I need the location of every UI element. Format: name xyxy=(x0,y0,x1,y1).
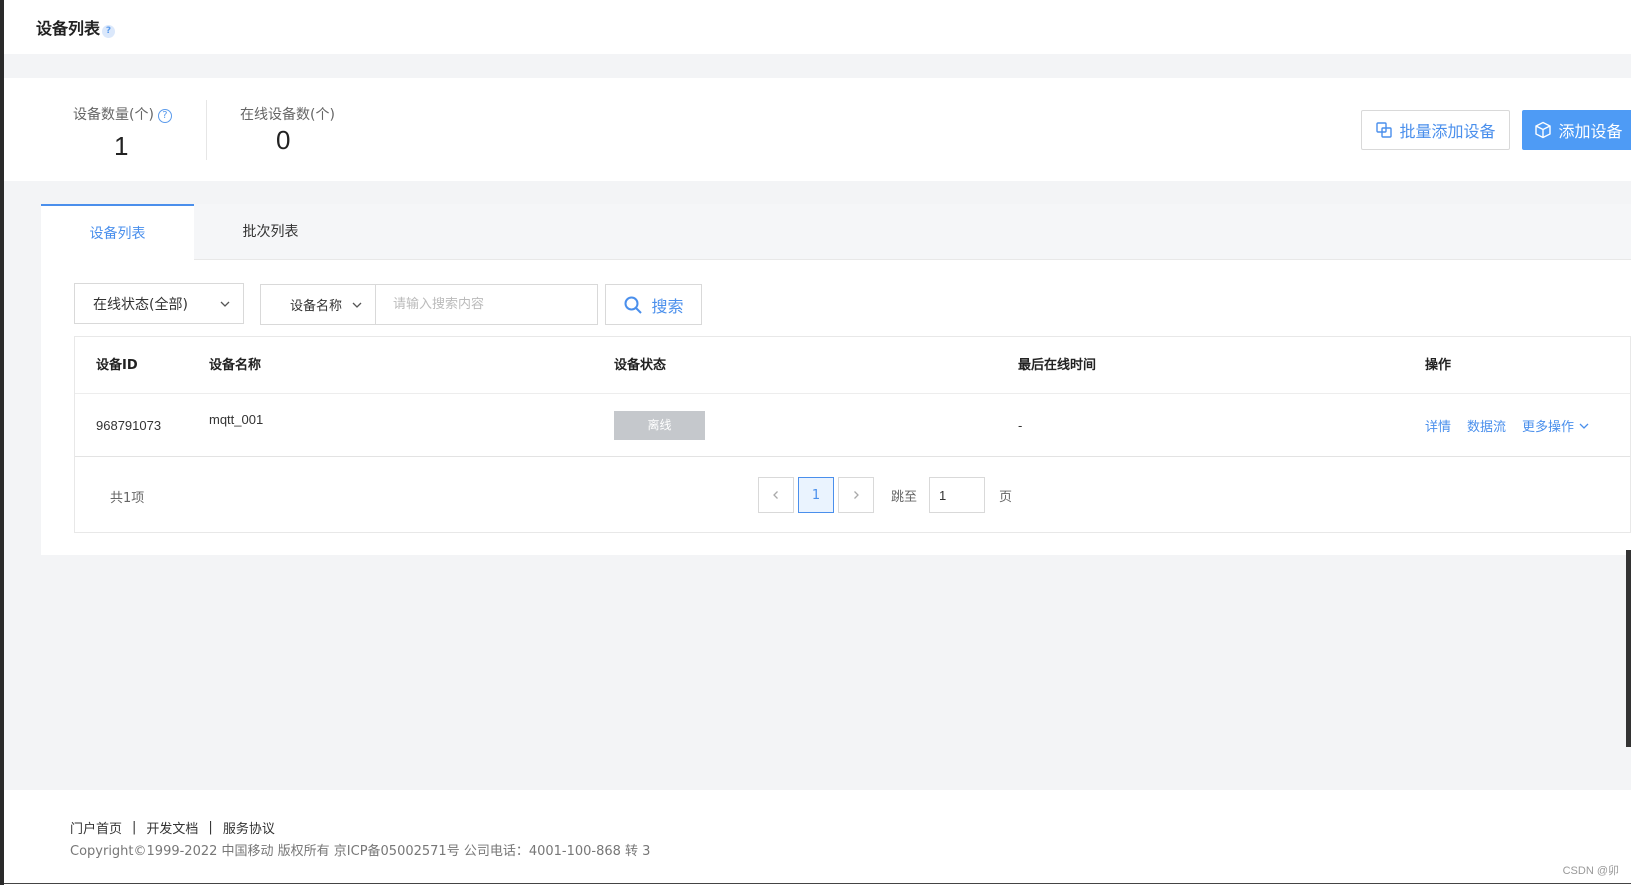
device-count-label: 设备数量(个)? xyxy=(73,104,172,124)
footer-link-service-agreement[interactable]: 服务协议 xyxy=(223,818,275,837)
tab-bar: 设备列表 批次列表 xyxy=(41,204,1631,261)
batch-add-label: 批量添加设备 xyxy=(1399,122,1496,141)
row-operations: 详情 数据流 更多操作 xyxy=(1425,394,1590,457)
device-count-value: 1 xyxy=(114,131,129,161)
footer: 门户首页 | 开发文档 | 服务协议 Copyright©1999-2022 中… xyxy=(4,790,1631,885)
column-header-last-online: 最后在线时间 xyxy=(1018,358,1097,373)
more-operations-label: 更多操作 xyxy=(1522,420,1575,435)
next-page-button[interactable] xyxy=(838,477,874,513)
column-header-device-name: 设备名称 xyxy=(209,358,262,373)
table-row: 968791073 mqtt_001 离线 - 详情 数据流 更多操作 xyxy=(75,394,1630,457)
online-count-stat: 在线设备数(个) 0 xyxy=(204,78,404,181)
device-id-cell: 968791073 xyxy=(96,418,162,433)
page-suffix-label: 页 xyxy=(999,489,1013,505)
scrollbar-thumb[interactable] xyxy=(1626,550,1631,747)
chevron-down-icon xyxy=(1579,423,1589,429)
device-table: 设备ID 设备名称 设备状态 最后在线时间 操作 968791073 mqtt_… xyxy=(74,336,1631,533)
search-field-value: 设备名称 xyxy=(290,299,343,314)
search-button[interactable]: 搜索 xyxy=(605,284,702,325)
footer-separator: | xyxy=(132,820,137,835)
column-header-device-status: 设备状态 xyxy=(614,358,667,373)
tab-device-list[interactable]: 设备列表 xyxy=(41,204,194,261)
online-status-value: 在线状态(全部) xyxy=(93,296,188,313)
pagination: 1 跳至 页 xyxy=(758,477,1012,513)
device-name-cell: mqtt_001 xyxy=(209,412,264,427)
footer-links: 门户首页 | 开发文档 | 服务协议 xyxy=(70,818,275,837)
copyright-text: Copyright©1999-2022 中国移动 版权所有 京ICP备05002… xyxy=(70,844,651,859)
page-header: 设备列表? xyxy=(4,0,1631,54)
search-icon xyxy=(624,296,643,314)
status-badge: 离线 xyxy=(614,411,705,440)
online-count-label: 在线设备数(个) xyxy=(240,107,335,123)
device-list-panel: 设备列表 批次列表 在线状态(全部) 设备名称 搜索 设备ID 设备名称 设备状… xyxy=(41,204,1631,555)
search-button-label: 搜索 xyxy=(651,296,684,316)
online-status-select[interactable]: 在线状态(全部) xyxy=(74,283,244,324)
chevron-down-icon xyxy=(220,301,230,307)
batch-copy-icon xyxy=(1376,122,1393,138)
help-icon[interactable]: ? xyxy=(102,25,116,38)
watermark: CSDN @卯 xyxy=(1562,865,1619,877)
device-count-stat: 设备数量(个)? 1 xyxy=(4,78,204,181)
add-device-label: 添加设备 xyxy=(1558,122,1623,141)
help-circle-icon[interactable]: ? xyxy=(157,109,172,123)
prev-page-button[interactable] xyxy=(758,477,794,513)
column-header-device-id: 设备ID xyxy=(96,358,138,373)
cube-icon xyxy=(1535,121,1552,139)
table-header: 设备ID 设备名称 设备状态 最后在线时间 操作 xyxy=(75,337,1630,394)
bottom-divider xyxy=(4,883,1631,884)
footer-link-portal-home[interactable]: 门户首页 xyxy=(70,818,122,837)
add-device-button[interactable]: 添加设备 xyxy=(1522,110,1631,150)
page-title: 设备列表? xyxy=(36,15,116,39)
last-online-cell: - xyxy=(1018,418,1023,433)
stats-bar: 设备数量(个)? 1 在线设备数(个) 0 批量添加设备 添加设备 xyxy=(4,78,1631,181)
jump-to-label: 跳至 xyxy=(891,489,918,505)
search-input[interactable] xyxy=(376,285,597,324)
chevron-down-icon xyxy=(352,302,362,308)
jump-page-input[interactable] xyxy=(929,477,986,513)
chevron-left-icon xyxy=(773,491,778,499)
column-header-operations: 操作 xyxy=(1425,358,1452,373)
footer-link-dev-docs[interactable]: 开发文档 xyxy=(146,818,198,837)
tab-batch-list[interactable]: 批次列表 xyxy=(194,204,347,260)
more-operations-dropdown[interactable]: 更多操作 xyxy=(1522,416,1590,435)
detail-link[interactable]: 详情 xyxy=(1425,416,1451,435)
page-number-button[interactable]: 1 xyxy=(798,477,834,513)
batch-add-device-button[interactable]: 批量添加设备 xyxy=(1361,110,1510,150)
chevron-right-icon xyxy=(854,491,859,499)
online-count-value: 0 xyxy=(276,125,291,155)
search-group: 设备名称 xyxy=(260,284,598,325)
footer-separator: | xyxy=(208,820,213,835)
datastream-link[interactable]: 数据流 xyxy=(1467,416,1506,435)
search-field-select[interactable]: 设备名称 xyxy=(261,285,376,324)
total-count: 共1项 xyxy=(110,491,145,506)
